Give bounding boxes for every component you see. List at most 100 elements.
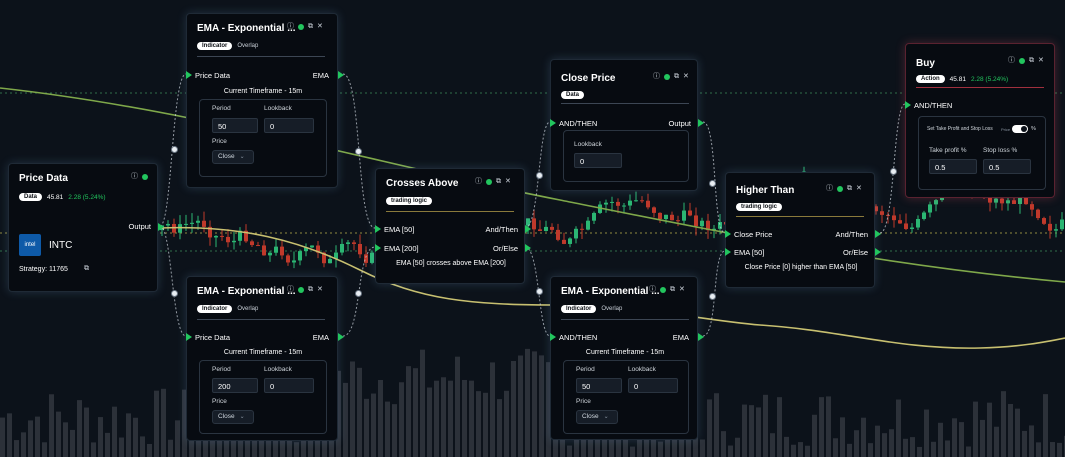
category-badge: trading logic: [386, 197, 432, 205]
output-label-1: And/Then: [485, 225, 518, 234]
info-icon[interactable]: ⓘ: [287, 286, 294, 293]
volume-bar: [42, 442, 47, 457]
lookback-input[interactable]: 0: [264, 118, 314, 133]
copy-icon[interactable]: ⧉: [1029, 57, 1034, 64]
candle-body: [310, 245, 314, 248]
period-input[interactable]: 200: [212, 378, 258, 393]
connector-handle-icon[interactable]: [709, 293, 716, 300]
candle-body: [184, 223, 188, 225]
output-arrow-icon[interactable]: [875, 248, 881, 256]
connector-handle-icon[interactable]: [536, 172, 543, 179]
connector-handle-icon[interactable]: [709, 180, 716, 187]
volume-bar: [700, 439, 705, 457]
output-arrow-icon[interactable]: [525, 244, 531, 252]
crosses-above-node[interactable]: Crosses Above ⓘ ⧉ ✕ trading logic EMA [5…: [375, 168, 531, 284]
output-arrow-icon[interactable]: [525, 225, 531, 233]
output-arrow-icon[interactable]: [158, 223, 164, 231]
copy-icon[interactable]: ⧉: [674, 73, 679, 80]
close-icon[interactable]: ✕: [317, 286, 323, 293]
volume-bar: [966, 446, 971, 457]
period-input[interactable]: 50: [576, 378, 622, 393]
volume-bar: [1008, 403, 1013, 457]
info-icon[interactable]: ⓘ: [131, 173, 138, 180]
output-arrow-icon[interactable]: [875, 230, 881, 238]
copy-icon[interactable]: ⧉: [308, 286, 313, 293]
info-icon[interactable]: ⓘ: [1008, 57, 1015, 64]
input-arrow-icon[interactable]: [725, 230, 731, 238]
volume-bar: [980, 419, 985, 457]
period-input[interactable]: 50: [212, 118, 258, 133]
output-arrow-icon[interactable]: [338, 333, 344, 341]
ema-node-1[interactable]: EMA - Exponential ... ⓘ ⧉ ✕ Indicator Ov…: [186, 13, 344, 188]
lookback-input[interactable]: 0: [628, 378, 678, 393]
copy-icon[interactable]: ⧉: [84, 265, 89, 273]
candle-body: [352, 242, 356, 244]
input-arrow-icon[interactable]: [550, 333, 556, 341]
candle-body: [688, 210, 692, 216]
take-profit-input[interactable]: 0.5: [929, 159, 977, 174]
price-select[interactable]: Close ⌄: [212, 150, 254, 164]
connector-handle-icon[interactable]: [171, 146, 178, 153]
ema-node-2[interactable]: EMA - Exponential ... ⓘ ⧉ ✕ Indicator Ov…: [186, 276, 344, 441]
input-arrow-icon[interactable]: [186, 333, 192, 341]
close-price-node[interactable]: Close Price ⓘ ⧉ ✕ Data AND/THEN Output L…: [550, 59, 704, 191]
connector-handle-icon[interactable]: [171, 290, 178, 297]
volume-bar: [126, 413, 131, 457]
volume-bar: [889, 429, 894, 457]
output-arrow-icon[interactable]: [698, 119, 704, 127]
close-icon[interactable]: ✕: [683, 73, 689, 80]
copy-icon[interactable]: ⧉: [496, 178, 501, 185]
buy-node[interactable]: Buy ⓘ ⧉ ✕ Action 45.81 2.28 (5.24%) AND/…: [905, 43, 1055, 198]
input-arrow-icon[interactable]: [725, 248, 731, 256]
connector-handle-icon[interactable]: [890, 168, 897, 175]
close-icon[interactable]: ✕: [856, 185, 862, 192]
info-icon[interactable]: ⓘ: [649, 286, 656, 293]
candle-body: [190, 222, 194, 224]
input-arrow-icon[interactable]: [186, 71, 192, 79]
price-select[interactable]: Close ⌄: [576, 410, 618, 424]
close-icon[interactable]: ✕: [679, 286, 685, 293]
lookback-label: Lookback: [628, 366, 656, 373]
close-icon[interactable]: ✕: [1038, 57, 1044, 64]
output-arrow-icon[interactable]: [338, 71, 344, 79]
higher-than-node[interactable]: Higher Than ⓘ ⧉ ✕ trading logic Close Pr…: [725, 172, 881, 288]
volume-bar: [777, 397, 782, 457]
copy-icon[interactable]: ⧉: [847, 185, 852, 192]
volume-bar: [952, 418, 957, 457]
input-arrow-icon[interactable]: [905, 101, 911, 109]
connector-handle-icon[interactable]: [355, 148, 362, 155]
close-icon[interactable]: ✕: [317, 23, 323, 30]
connector-handle-icon[interactable]: [355, 290, 362, 297]
ema-node-3[interactable]: EMA - Exponential ... ⓘ ⧉ ✕ Indicator Ov…: [550, 276, 704, 440]
lookback-input[interactable]: 0: [264, 378, 314, 393]
volume-bar: [147, 443, 152, 457]
info-icon[interactable]: ⓘ: [653, 73, 660, 80]
status-dot-icon: [298, 23, 304, 30]
info-icon[interactable]: ⓘ: [826, 185, 833, 192]
price-select[interactable]: Close ⌄: [212, 410, 254, 424]
info-icon[interactable]: ⓘ: [475, 178, 482, 185]
info-icon[interactable]: ⓘ: [287, 23, 294, 30]
copy-icon[interactable]: ⧉: [670, 286, 675, 293]
chevron-down-icon: ⌄: [239, 414, 245, 420]
stop-loss-input[interactable]: 0.5: [983, 159, 1031, 174]
lookback-label: Lookback: [264, 105, 292, 112]
price-data-node[interactable]: Price Data ⓘ Data 45.81 2.28 (5.24%) Out…: [8, 163, 164, 292]
timeframe-label: Current Timeframe - 15m: [585, 349, 665, 356]
input-arrow-icon[interactable]: [550, 119, 556, 127]
volume-bar: [0, 417, 5, 457]
candle-body: [1048, 223, 1052, 231]
output-arrow-icon[interactable]: [698, 333, 704, 341]
candle-body: [562, 239, 566, 244]
toggle-icon[interactable]: [1012, 125, 1028, 133]
candle-body: [892, 215, 896, 221]
copy-icon[interactable]: ⧉: [308, 23, 313, 30]
close-icon[interactable]: ✕: [505, 178, 511, 185]
lookback-input[interactable]: 0: [574, 153, 622, 168]
volume-bar: [413, 368, 418, 457]
input-arrow-icon[interactable]: [375, 225, 381, 233]
input-label: Price Data: [195, 71, 231, 80]
connector-handle-icon[interactable]: [536, 288, 543, 295]
price-select-value: Close: [218, 413, 235, 420]
input-arrow-icon[interactable]: [375, 244, 381, 252]
